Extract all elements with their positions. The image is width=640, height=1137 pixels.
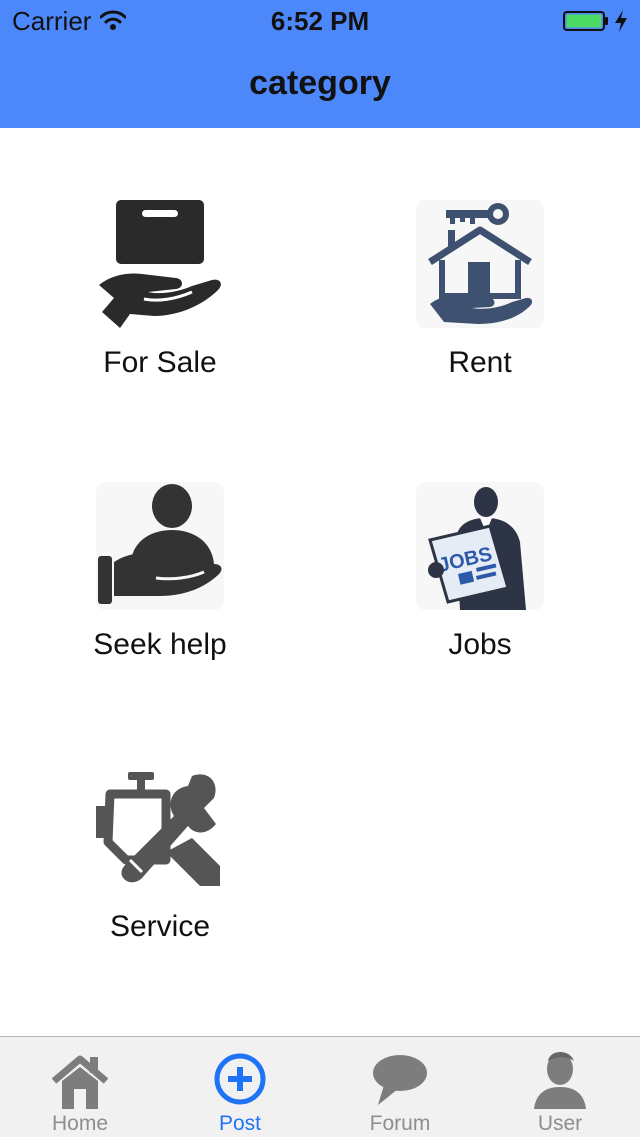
house-key-icon xyxy=(416,200,544,328)
user-icon xyxy=(534,1052,586,1109)
battery-icon xyxy=(563,11,608,31)
category-label: Service xyxy=(109,910,211,943)
newspaper-jobs-icon: JOBS xyxy=(416,482,544,610)
tab-label: Home xyxy=(51,1112,109,1135)
hand-box-icon xyxy=(99,200,221,328)
category-for-sale[interactable]: For Sale xyxy=(30,200,290,430)
tab-label: User xyxy=(537,1112,583,1135)
charging-bolt-icon xyxy=(615,10,627,32)
person-hand-icon xyxy=(96,482,224,610)
category-label: Jobs xyxy=(448,628,512,661)
tab-post[interactable]: Post xyxy=(160,1037,320,1137)
category-seek-help[interactable]: Seek help xyxy=(30,482,290,712)
tab-forum[interactable]: Forum xyxy=(320,1037,480,1137)
category-jobs[interactable]: JOBS Jobs xyxy=(350,482,610,712)
tab-label: Forum xyxy=(369,1112,431,1135)
tab-label: Post xyxy=(218,1112,262,1135)
page-title: category xyxy=(249,64,391,102)
category-service[interactable]: Service xyxy=(30,764,290,994)
status-time: 6:52 PM xyxy=(270,6,370,36)
tab-home[interactable]: Home xyxy=(0,1037,160,1137)
tab-bar: Home Post Forum User xyxy=(0,1036,640,1137)
plus-circle-icon xyxy=(214,1053,266,1105)
tab-user[interactable]: User xyxy=(480,1037,640,1137)
category-label: Rent xyxy=(448,346,512,379)
engine-wrench-icon xyxy=(96,772,220,886)
chat-bubble-icon xyxy=(373,1055,427,1105)
category-label: For Sale xyxy=(103,346,217,379)
category-rent[interactable]: Rent xyxy=(350,200,610,430)
status-bar: Carrier 6:52 PM xyxy=(0,0,640,40)
category-label: Seek help xyxy=(93,628,227,661)
navigation-header: Carrier 6:52 PM category xyxy=(0,0,640,128)
home-icon xyxy=(51,1055,109,1109)
